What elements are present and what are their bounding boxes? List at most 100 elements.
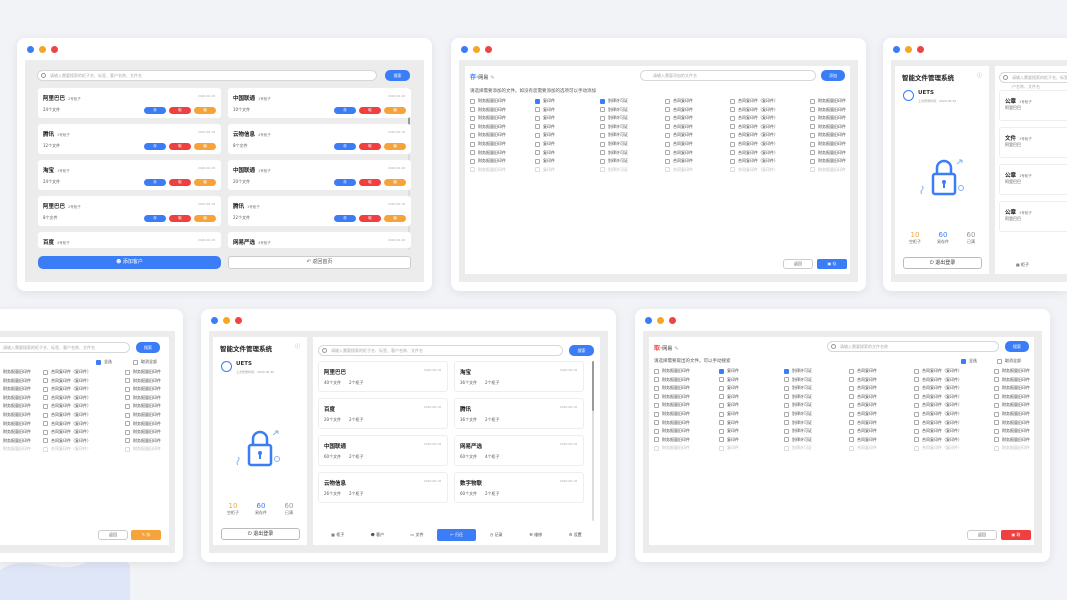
customer-card[interactable]: 阿里巴巴 2号柜子 2020.06.18 24个文件 存取编 bbox=[38, 88, 221, 118]
close-dot[interactable] bbox=[27, 46, 34, 53]
file-checkbox[interactable]: 合同复印件 bbox=[665, 107, 693, 113]
file-checkbox[interactable]: 合同复印件（复印件） bbox=[914, 437, 962, 443]
file-checkbox[interactable]: 财务报量旧印件 bbox=[0, 403, 31, 409]
scrollbar[interactable] bbox=[592, 361, 594, 521]
file-checkbox[interactable]: 合同复印件（复印件） bbox=[914, 385, 962, 391]
file-checkbox[interactable]: 别律许可证 bbox=[600, 107, 628, 113]
file-checkbox[interactable]: 财务报量旧印件 bbox=[810, 115, 846, 121]
file-checkbox[interactable]: 合同复印件（复印件） bbox=[914, 377, 962, 383]
file-checkbox[interactable]: 财务报量旧印件 bbox=[470, 98, 506, 104]
file-checkbox[interactable]: 合同复印件（复印件） bbox=[43, 438, 91, 444]
tab-repair[interactable]: ⚒ 维修 bbox=[516, 529, 556, 541]
store-confirm-button[interactable]: ▣ 存 bbox=[817, 259, 847, 269]
customer-card[interactable]: 云物信息 2020.06.18 26个文件 2个柜子 bbox=[318, 472, 448, 503]
file-checkbox[interactable]: 财务报量旧印件 bbox=[654, 402, 690, 408]
customer-card[interactable]: 中国联通 2020.06.18 60个文件 2个柜子 bbox=[318, 435, 448, 466]
file-checkbox[interactable]: 财务报量旧印件 bbox=[0, 412, 31, 418]
file-checkbox[interactable]: 别律许可证 bbox=[784, 445, 812, 451]
file-checkbox[interactable]: 财务报量旧印件 bbox=[994, 402, 1030, 408]
file-checkbox[interactable]: 别律许可证 bbox=[600, 132, 628, 138]
maximize-dot[interactable] bbox=[669, 317, 676, 324]
file-checkbox[interactable]: 财务报量旧印件 bbox=[125, 412, 161, 418]
file-checkbox[interactable]: 复印件 bbox=[535, 98, 555, 104]
minimize-dot[interactable] bbox=[905, 46, 912, 53]
file-checkbox[interactable]: 财务报量旧印件 bbox=[0, 395, 31, 401]
file-checkbox[interactable]: 合同复印件（复印件） bbox=[43, 386, 91, 392]
file-checkbox[interactable]: 合同复印件 bbox=[849, 411, 877, 417]
store-pill-button[interactable]: 存 bbox=[334, 179, 356, 186]
edit-pill-button[interactable]: 编 bbox=[384, 179, 406, 186]
file-checkbox[interactable]: 合同复印件（复印件） bbox=[43, 429, 91, 435]
tab-return[interactable]: ↩ 归还 bbox=[436, 529, 477, 541]
customer-card[interactable]: 网易严选 2020.06.18 60个文件 4个柜子 bbox=[454, 435, 584, 466]
file-checkbox[interactable]: 财务报量旧印件 bbox=[994, 445, 1030, 451]
file-checkbox[interactable]: 合同复印件（复印件） bbox=[730, 124, 778, 130]
tab-cabinet[interactable]: ▦ 柜子 bbox=[318, 529, 358, 541]
file-checkbox[interactable]: 复印件 bbox=[719, 411, 739, 417]
file-checkbox[interactable]: 合同复印件 bbox=[849, 402, 877, 408]
file-checkbox[interactable]: 财务报量旧印件 bbox=[994, 420, 1030, 426]
file-checkbox[interactable]: 复印件 bbox=[719, 368, 739, 374]
file-checkbox[interactable]: 财务报量旧印件 bbox=[125, 386, 161, 392]
info-icon[interactable]: ⓘ bbox=[977, 72, 982, 79]
file-checkbox[interactable]: 财务报量旧印件 bbox=[994, 368, 1030, 374]
file-checkbox[interactable]: 复印件 bbox=[719, 420, 739, 426]
customer-card[interactable]: 淘宝 1号柜子 2020.06.18 24个文件 存取编 bbox=[38, 160, 221, 190]
file-checkbox[interactable]: 别律许可证 bbox=[784, 402, 812, 408]
file-checkbox[interactable]: 合同复印件 bbox=[665, 158, 693, 164]
close-dot[interactable] bbox=[645, 317, 652, 324]
file-checkbox[interactable]: 财务报量旧印件 bbox=[810, 132, 846, 138]
file-checkbox[interactable]: 合同复印件 bbox=[849, 445, 877, 451]
search-button[interactable]: 搜索 bbox=[385, 70, 410, 81]
file-checkbox[interactable]: 合同复印件 bbox=[665, 124, 693, 130]
file-checkbox[interactable]: 合同复印件（复印件） bbox=[914, 368, 962, 374]
file-checkbox[interactable]: 别律许可证 bbox=[784, 385, 812, 391]
file-checkbox[interactable]: 财务报量旧印件 bbox=[994, 411, 1030, 417]
maximize-dot[interactable] bbox=[917, 46, 924, 53]
add-customer-button[interactable]: ☻ 添加客户 bbox=[38, 256, 221, 269]
file-checkbox[interactable]: 别律许可证 bbox=[600, 115, 628, 121]
file-checkbox[interactable]: 合同复印件 bbox=[849, 368, 877, 374]
customer-card[interactable]: 中国联通 1号柜子 2020.06.18 20个文件 存取编 bbox=[228, 160, 411, 190]
file-checkbox[interactable]: 合同复印件（复印件） bbox=[730, 150, 778, 156]
file-checkbox[interactable]: 别律许可证 bbox=[600, 150, 628, 156]
file-checkbox[interactable]: 合同复印件 bbox=[665, 132, 693, 138]
file-checkbox[interactable]: 财务报量旧印件 bbox=[0, 429, 31, 435]
file-checkbox[interactable]: 合同复印件（复印件） bbox=[914, 445, 962, 451]
file-checkbox[interactable]: 合同复印件 bbox=[849, 428, 877, 434]
tab-records[interactable]: ◷ 记录 bbox=[476, 529, 516, 541]
file-checkbox[interactable]: 合同复印件 bbox=[849, 420, 877, 426]
file-checkbox[interactable]: 财务报量旧印件 bbox=[810, 107, 846, 113]
take-confirm-button[interactable]: ▣ 取 bbox=[1001, 530, 1031, 540]
uncheck-all[interactable]: 取消全部 bbox=[997, 358, 1021, 364]
take-pill-button[interactable]: 取 bbox=[169, 179, 191, 186]
file-checkbox[interactable]: 合同复印件 bbox=[849, 394, 877, 400]
file-checkbox[interactable]: 财务报量旧印件 bbox=[654, 428, 690, 434]
tab-files[interactable]: ▭ 文件 bbox=[397, 529, 437, 541]
file-checkbox[interactable]: 财务报量旧印件 bbox=[810, 167, 846, 173]
edit-pill-button[interactable]: 编 bbox=[194, 179, 216, 186]
search-input[interactable]: 请输入需要搜索的柜子名、标签、客户名称、文件名 bbox=[318, 345, 563, 356]
file-checkbox[interactable]: 复印件 bbox=[535, 167, 555, 173]
take-pill-button[interactable]: 取 bbox=[359, 107, 381, 114]
file-checkbox[interactable]: 财务报量旧印件 bbox=[470, 132, 506, 138]
file-checkbox[interactable]: 合同复印件（复印件） bbox=[914, 411, 962, 417]
maximize-dot[interactable] bbox=[235, 317, 242, 324]
file-checkbox[interactable]: 合同复印件 bbox=[665, 141, 693, 147]
file-checkbox[interactable]: 财务报量旧印件 bbox=[125, 438, 161, 444]
file-checkbox[interactable]: 复印件 bbox=[535, 107, 555, 113]
file-checkbox[interactable]: 合同复印件（复印件） bbox=[730, 107, 778, 113]
file-checkbox[interactable]: 合同复印件 bbox=[849, 437, 877, 443]
file-checkbox[interactable]: 财务报量旧印件 bbox=[125, 369, 161, 375]
store-pill-button[interactable]: 存 bbox=[144, 179, 166, 186]
file-checkbox[interactable]: 合同复印件（复印件） bbox=[43, 403, 91, 409]
file-checkbox[interactable]: 合同复印件（复印件） bbox=[730, 132, 778, 138]
logout-button[interactable]: ⏻ 退出登录 bbox=[903, 257, 982, 269]
search-button[interactable]: 搜索 bbox=[136, 342, 160, 353]
logout-button[interactable]: ⏻ 退出登录 bbox=[221, 528, 300, 540]
take-pill-button[interactable]: 取 bbox=[169, 143, 191, 150]
maximize-dot[interactable] bbox=[485, 46, 492, 53]
file-checkbox[interactable]: 复印件 bbox=[719, 428, 739, 434]
file-checkbox[interactable]: 别律许可证 bbox=[784, 377, 812, 383]
file-checkbox[interactable]: 复印件 bbox=[535, 150, 555, 156]
